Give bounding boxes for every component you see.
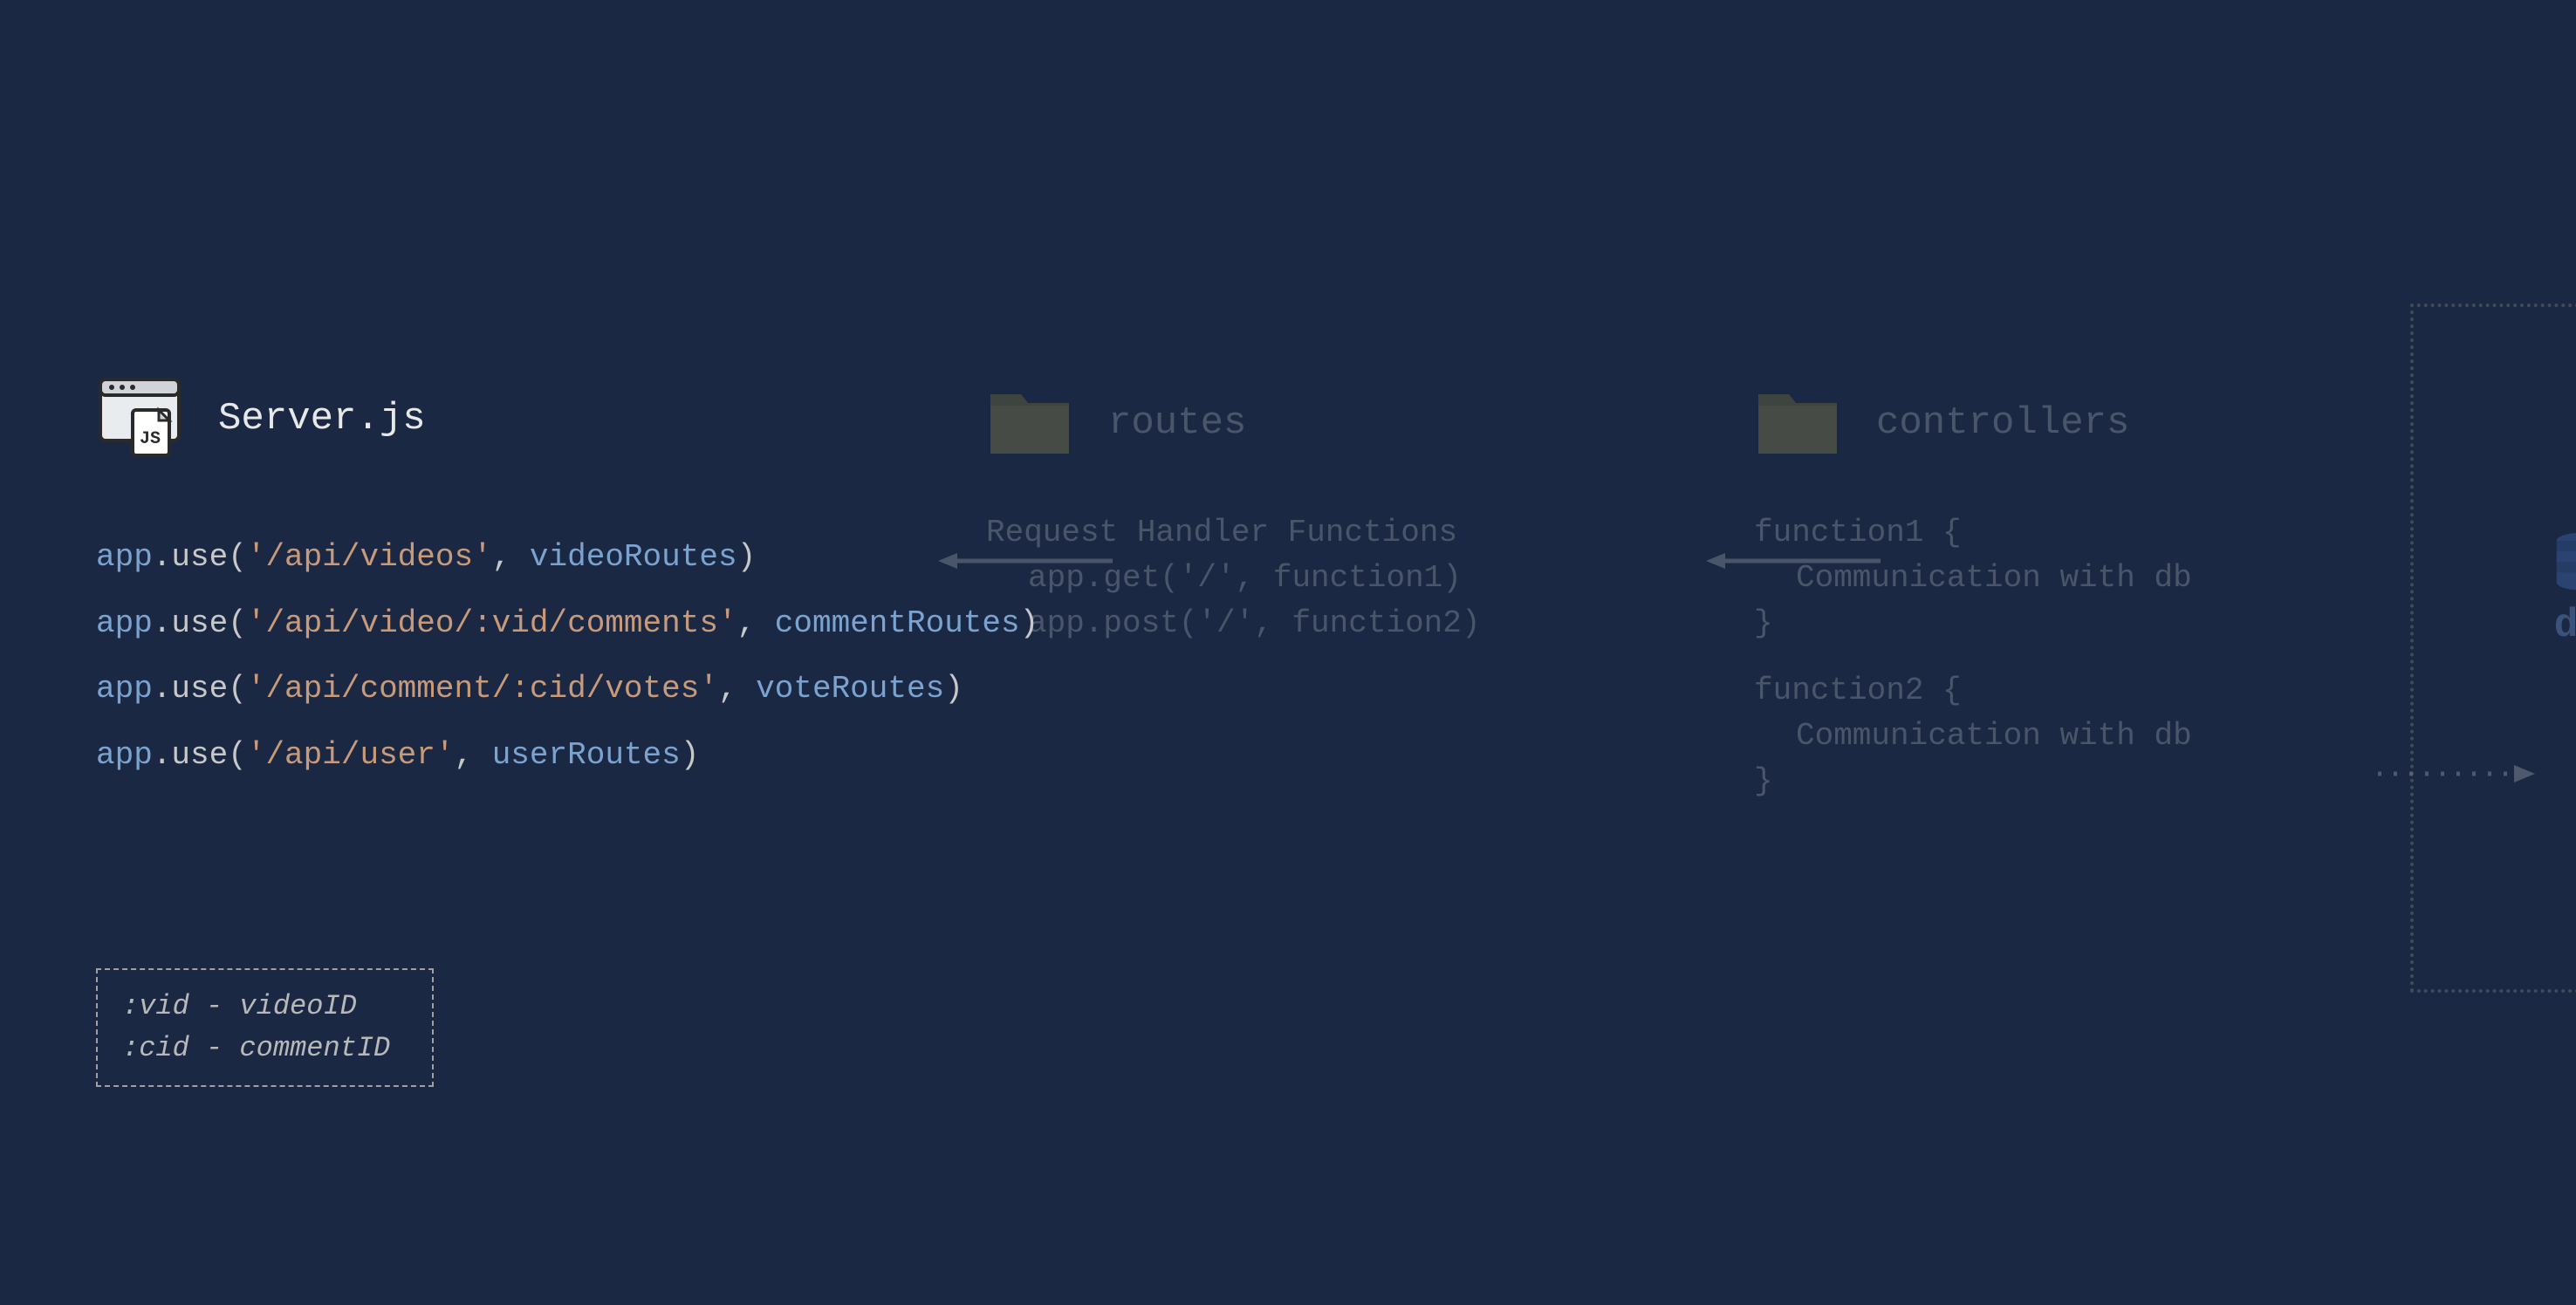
controllers-code: function1 { Communication with db } func… xyxy=(1754,510,2192,804)
legend-line: :vid - videoID xyxy=(122,986,390,1028)
code-line: app.use('/api/comment/:cid/votes', voteR… xyxy=(96,664,1038,714)
db-contents: db xyxy=(2554,532,2576,648)
server-title: Server.js xyxy=(218,397,426,441)
folder-icon xyxy=(1754,384,1841,462)
server-header: JS Server.js xyxy=(96,375,1038,462)
controllers-section: controllers function1 { Communication wi… xyxy=(1754,384,2192,804)
routes-header: routes xyxy=(986,384,1480,462)
controllers-title: controllers xyxy=(1876,401,2129,445)
js-file-icon: JS xyxy=(96,375,183,462)
server-section: JS Server.js app.use('/api/videos', vide… xyxy=(96,375,1038,796)
routes-code: Request Handler Functions app.get('/', f… xyxy=(986,510,1480,647)
database-icon xyxy=(2554,578,2576,594)
svg-text:JS: JS xyxy=(140,429,161,449)
code-line: app.use('/api/video/:vid/comments', comm… xyxy=(96,598,1038,649)
code-line: app.use('/api/videos', videoRoutes) xyxy=(96,532,1038,583)
code-block: app.use('/api/videos', videoRoutes) app.… xyxy=(96,532,1038,780)
folder-icon xyxy=(986,384,1073,462)
code-line: app.use('/api/user', userRoutes) xyxy=(96,730,1038,781)
controllers-header: controllers xyxy=(1754,384,2192,462)
db-label: db xyxy=(2554,603,2576,648)
routes-title: routes xyxy=(1108,401,1246,445)
legend-box: :vid - videoID :cid - commentID xyxy=(96,968,434,1087)
db-box xyxy=(2410,304,2576,993)
routes-section: routes Request Handler Functions app.get… xyxy=(986,384,1480,647)
legend-line: :cid - commentID xyxy=(122,1028,390,1069)
